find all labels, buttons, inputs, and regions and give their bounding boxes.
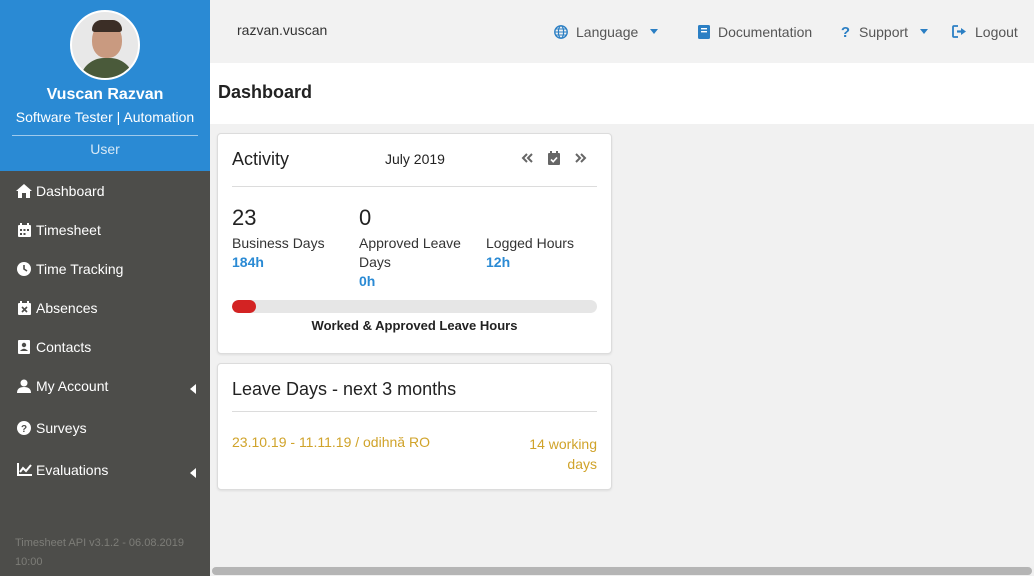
scrollbar-thumb[interactable]	[212, 567, 1032, 575]
chevron-down-icon	[920, 29, 929, 34]
stat-value: 0	[359, 205, 372, 230]
sidebar-item-evaluations[interactable]: Evaluations	[0, 450, 210, 489]
activity-card: Activity July 2019 23 Business Days 184h…	[217, 133, 612, 354]
page-title: Dashboard	[218, 82, 313, 102]
profile-panel: Vuscan Razvan Software Tester | Automati…	[0, 0, 210, 171]
svg-text:?: ?	[841, 24, 850, 39]
chevron-left-icon[interactable]	[190, 467, 196, 478]
stat-hours: 184h	[232, 254, 264, 270]
line-chart-icon	[16, 462, 32, 478]
chevron-down-icon	[650, 29, 659, 34]
sidebar-item-label: My Account	[36, 377, 109, 394]
leave-working-days: 14 working days	[529, 436, 597, 472]
sidebar-item-label: Timesheet	[36, 221, 101, 238]
book-icon	[698, 24, 710, 39]
next-month-icon[interactable]	[573, 150, 589, 166]
sidebar-item-surveys[interactable]: ? Surveys	[0, 405, 210, 450]
sidebar-item-label: Contacts	[36, 338, 92, 355]
sidebar-item-contacts[interactable]: Contacts	[0, 327, 210, 366]
logout-link[interactable]: Logout	[952, 0, 1018, 63]
sidebar-item-label: Absences	[36, 299, 98, 316]
stat-hours: 0h	[359, 273, 376, 289]
avatar	[70, 10, 140, 80]
leave-days-card: Leave Days - next 3 months 23.10.19 - 11…	[217, 363, 612, 490]
question-circle-icon: ?	[16, 420, 32, 436]
profile-name: Vuscan Razvan	[46, 86, 164, 103]
svg-text:?: ?	[21, 424, 27, 435]
sidebar-item-label: Time Tracking	[36, 260, 124, 277]
stat-value	[486, 206, 606, 230]
stat-hours: 12h	[486, 254, 511, 270]
sidebar-item-label: Dashboard	[36, 182, 105, 199]
profile-divider	[12, 135, 198, 136]
calendar-icon	[16, 222, 32, 238]
previous-month-icon[interactable]	[519, 150, 535, 166]
username: razvan.vuscan	[237, 22, 328, 38]
progress-fill	[232, 300, 256, 313]
documentation-link[interactable]: Documentation	[698, 0, 812, 63]
stat-approved-leave: 0 Approved Leave Days 0h	[359, 206, 479, 291]
version-info: Timesheet API v3.1.2 - 06.08.2019 10:00	[15, 537, 184, 568]
sidebar-item-absences[interactable]: Absences	[0, 288, 210, 327]
profile-type: User	[90, 141, 120, 157]
calendar-x-icon	[16, 300, 32, 316]
stat-logged-hours: Logged Hours 12h	[486, 206, 606, 272]
calendar-check-icon[interactable]	[546, 150, 562, 166]
progress-caption: Worked & Approved Leave Hours	[311, 318, 518, 333]
support-label: Support	[859, 23, 909, 40]
sidebar-item-label: Evaluations	[36, 461, 109, 478]
stat-business-days: 23 Business Days 184h	[232, 206, 352, 272]
page-header: Dashboard	[210, 63, 1034, 124]
clock-icon	[16, 261, 32, 277]
documentation-label: Documentation	[718, 23, 813, 40]
activity-title: Activity	[232, 149, 290, 169]
sidebar-item-my-account[interactable]: My Account	[0, 366, 210, 405]
divider	[232, 186, 597, 187]
support-dropdown[interactable]: ? Support	[840, 0, 929, 63]
home-icon	[16, 183, 32, 199]
hours-progress-bar	[232, 300, 597, 313]
stat-label: Approved Leave Days	[359, 235, 461, 270]
sidebar-item-dashboard[interactable]: Dashboard	[0, 171, 210, 210]
top-bar: razvan.vuscan Language Documentation ? S…	[210, 0, 1034, 63]
divider	[232, 411, 597, 412]
sidebar-item-timesheet[interactable]: Timesheet	[0, 210, 210, 249]
language-dropdown[interactable]: Language	[554, 0, 659, 63]
sidebar-item-label: Surveys	[36, 419, 87, 436]
stat-label: Logged Hours	[486, 235, 574, 251]
activity-month: July 2019	[385, 151, 445, 167]
sidebar-item-time-tracking[interactable]: Time Tracking	[0, 249, 210, 288]
chevron-left-icon[interactable]	[190, 383, 196, 394]
profile-role: Software Tester | Automation	[15, 109, 195, 125]
contact-card-icon	[16, 339, 32, 355]
stat-label: Business Days	[232, 235, 325, 251]
question-icon: ?	[841, 24, 850, 39]
leave-range: 23.10.19 - 11.11.19 / odihnă RO	[232, 434, 430, 450]
globe-icon	[554, 24, 568, 39]
logout-label: Logout	[975, 23, 1018, 40]
horizontal-scrollbar[interactable]	[210, 566, 1034, 576]
leave-title: Leave Days - next 3 months	[232, 379, 457, 399]
sidebar: Vuscan Razvan Software Tester | Automati…	[0, 0, 210, 576]
stat-value: 23	[232, 205, 257, 230]
logout-icon	[952, 25, 966, 38]
language-label: Language	[576, 23, 639, 40]
sidebar-nav: Dashboard Timesheet Time Tracking Absenc…	[0, 171, 210, 489]
user-icon	[16, 378, 32, 394]
